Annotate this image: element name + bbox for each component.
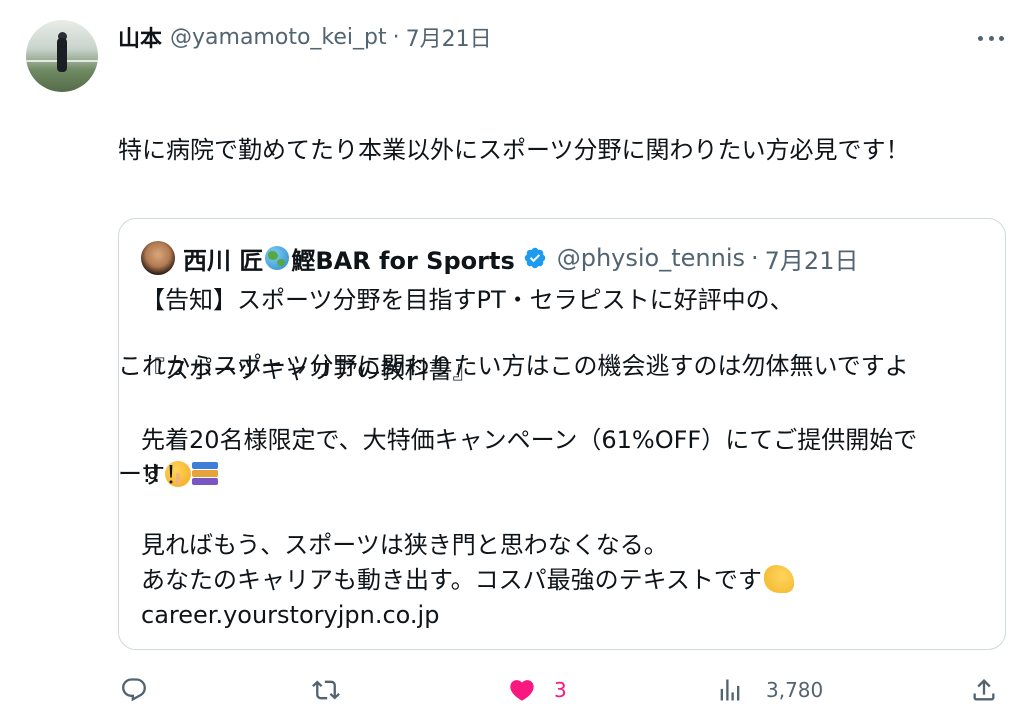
author-avatar[interactable]: [26, 20, 98, 92]
quoted-text-line-muscle: あなたのキャリアも動き出す。コスパ最強のテキストです: [141, 563, 991, 598]
tweet-header: 山本 @yamamoto_kei_pt · 7月21日: [118, 21, 492, 53]
quoted-author-avatar[interactable]: [141, 241, 175, 275]
quoted-tweet[interactable]: 西川 匠 鰹BAR for Sports @physio_tennis · 7月…: [118, 218, 1006, 650]
more-dot: [978, 35, 983, 41]
quoted-tweet-header: 西川 匠 鰹BAR for Sports @physio_tennis · 7月…: [183, 239, 858, 277]
views-button[interactable]: 3,780: [716, 670, 823, 710]
separator-dot: ·: [392, 24, 400, 50]
like-count: 3: [554, 678, 567, 702]
quoted-text-line: [141, 318, 991, 353]
verified-badge-icon: [524, 247, 545, 269]
more-options-icon[interactable]: [978, 28, 1004, 48]
quoted-text-fragment: あなたのキャリアも動き出す。コスパ最強のテキストです: [141, 566, 762, 594]
more-dot: [988, 35, 994, 41]
like-button[interactable]: 3: [508, 670, 567, 710]
quoted-author-name[interactable]: 西川 匠 鰹BAR for Sports: [183, 241, 547, 276]
separator-dot: ·: [751, 244, 759, 272]
quoted-text-fragment: す！: [141, 461, 189, 489]
tweet-date[interactable]: 7月21日: [406, 21, 492, 53]
views-count: 3,780: [766, 678, 824, 702]
quoted-text-line-books: す！: [141, 458, 991, 493]
quoted-author-name-part: 西川 匠: [183, 246, 264, 275]
quoted-author-name-part: 鰹BAR for Sports: [291, 246, 515, 275]
quoted-text-line: 見ればもう、スポーツは狭き門と思わなくなる。: [141, 531, 668, 559]
author-name[interactable]: 山本: [118, 21, 162, 53]
reply-button[interactable]: [120, 670, 148, 710]
quoted-text-line: 『スポーツキャリアの教科書』: [141, 356, 477, 384]
more-dot: [999, 35, 1004, 41]
globe-icon: [265, 246, 290, 270]
avatar-figure-body: [57, 38, 67, 72]
quoted-text-line: 【告知】スポーツ分野を目指すPT・セラピストに好評中の、: [141, 286, 794, 314]
quoted-text-line: 先着20名様限定で、大特価キャンペーン（61%OFF）にてご提供開始で: [141, 426, 918, 454]
tweet-actions: 3 3,780: [0, 670, 1024, 710]
quoted-tweet-date[interactable]: 7月21日: [765, 241, 859, 276]
heart-icon: [510, 680, 534, 701]
tweet-text-line: 特に病院で勤めてたり本業以外にスポーツ分野に関わりたい方必見です！: [118, 136, 910, 164]
views-chart-icon: [720, 679, 740, 701]
retweet-icon: [312, 680, 340, 700]
share-button[interactable]: [970, 670, 998, 710]
books-emoji-icon: [191, 460, 219, 488]
quoted-text-line: [141, 388, 991, 423]
tweet[interactable]: 山本 @yamamoto_kei_pt · 7月21日 特に病院で勤めてたり本業…: [0, 0, 1024, 726]
reply-icon: [122, 678, 146, 702]
quoted-tweet-text: 【告知】スポーツ分野を目指すPT・セラピストに好評中の、 『スポーツキャリアの教…: [141, 283, 991, 633]
author-handle[interactable]: @yamamoto_kei_pt: [170, 25, 387, 50]
quoted-link[interactable]: career.yourstoryjpn.co.jp: [141, 598, 991, 633]
flexed-biceps-emoji-icon: [763, 565, 794, 593]
share-icon: [973, 679, 995, 701]
retweet-button[interactable]: [312, 670, 340, 710]
quoted-author-handle[interactable]: @physio_tennis: [557, 244, 745, 272]
quoted-text-line: [141, 493, 991, 528]
